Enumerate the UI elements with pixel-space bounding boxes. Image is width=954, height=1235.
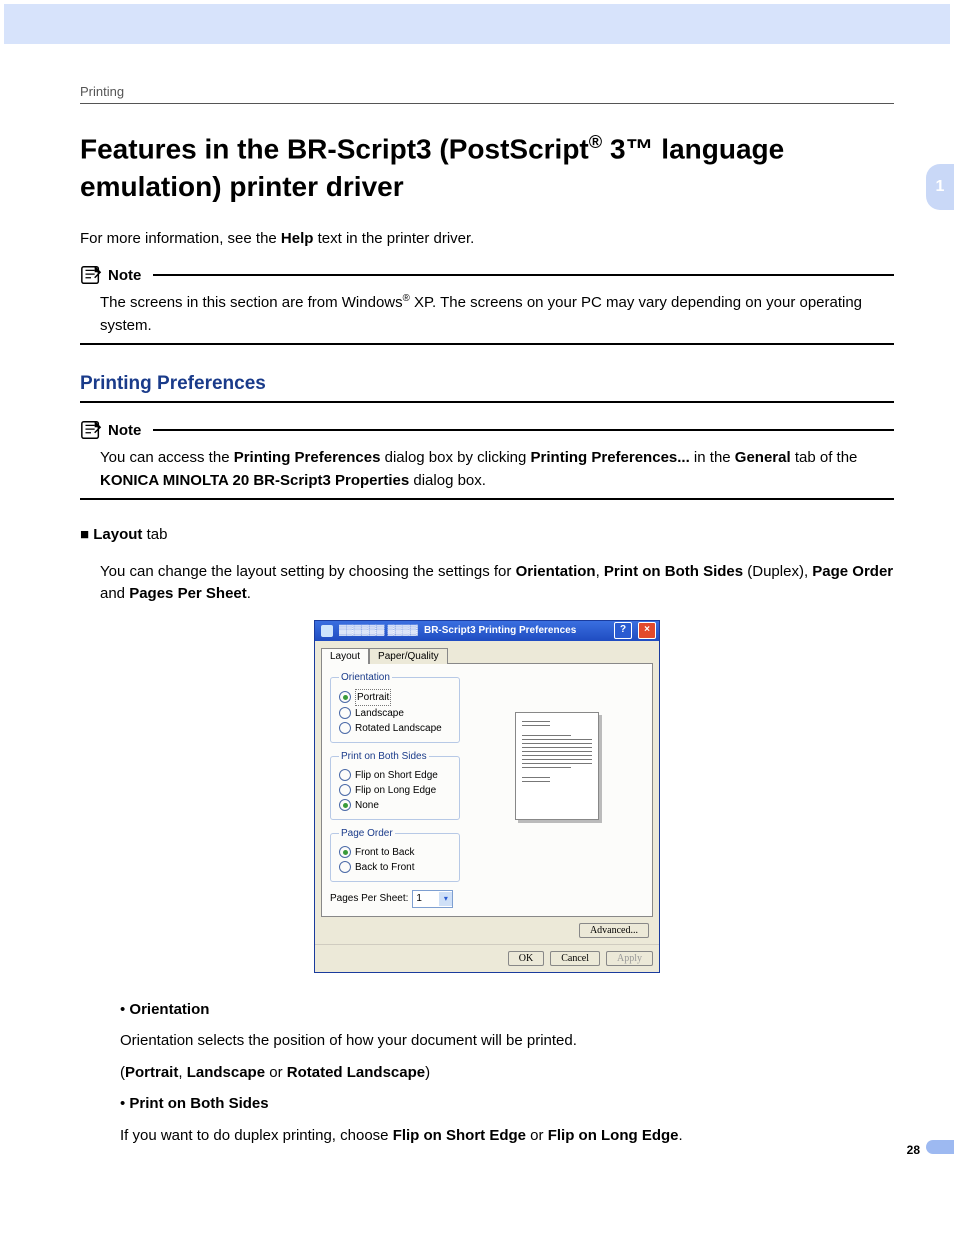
subsection-rule bbox=[80, 401, 894, 403]
legend-page-order: Page Order bbox=[339, 828, 395, 839]
layout-preview bbox=[515, 712, 599, 820]
note-block-2: Note You can access the Printing Prefere… bbox=[80, 419, 894, 500]
close-button[interactable]: × bbox=[638, 622, 656, 639]
note-rule bbox=[153, 274, 894, 276]
bullet-orientation-options: (Portrait, Landscape or Rotated Landscap… bbox=[120, 1060, 894, 1086]
dialog-tabs: Layout Paper/Quality bbox=[315, 641, 659, 663]
bullet-bothsides-title: Print on Both Sides bbox=[120, 1091, 894, 1117]
note-block-1: Note The screens in this section are fro… bbox=[80, 264, 894, 345]
section-rule bbox=[80, 103, 894, 104]
section-label: Printing bbox=[80, 84, 894, 99]
cancel-button[interactable]: Cancel bbox=[550, 951, 600, 966]
pages-per-sheet-label: Pages Per Sheet: bbox=[330, 893, 408, 904]
radio-front-to-back[interactable]: Front to Back bbox=[339, 845, 453, 860]
chevron-down-icon: ▾ bbox=[439, 892, 452, 906]
radio-back-to-front[interactable]: Back to Front bbox=[339, 860, 453, 875]
note-icon bbox=[80, 419, 102, 441]
pages-per-sheet-select[interactable]: 1▾ bbox=[412, 890, 453, 908]
layout-tab-heading: Layout tab bbox=[80, 524, 894, 547]
printing-preferences-dialog: ▓▓▓▓▓▓ ▓▓▓▓ BR-Script3 Printing Preferen… bbox=[314, 620, 660, 973]
bullet-orientation-body: Orientation selects the position of how … bbox=[120, 1028, 894, 1054]
page-number-tab bbox=[926, 1140, 954, 1154]
apply-button[interactable]: Apply bbox=[606, 951, 653, 966]
radio-portrait[interactable]: Portrait bbox=[339, 689, 453, 706]
tab-paper-quality[interactable]: Paper/Quality bbox=[369, 648, 448, 664]
intro-text: For more information, see the Help text … bbox=[80, 228, 894, 251]
bullet-orientation-title: Orientation bbox=[120, 997, 894, 1023]
radio-landscape[interactable]: Landscape bbox=[339, 706, 453, 721]
tab-panel-layout: Orientation Portrait Landscape Rotated L… bbox=[321, 663, 653, 917]
note-rule bbox=[153, 429, 894, 431]
app-name-redacted: ▓▓▓▓▓▓ ▓▓▓▓ bbox=[339, 625, 418, 636]
note-body: The screens in this section are from Win… bbox=[100, 292, 894, 337]
help-button[interactable]: ? bbox=[614, 622, 632, 639]
bullet-bothsides-body: If you want to do duplex printing, choos… bbox=[120, 1123, 894, 1149]
layout-tab-body: You can change the layout setting by cho… bbox=[100, 561, 894, 606]
dialog-title: BR-Script3 Printing Preferences bbox=[424, 625, 576, 636]
note-label: Note bbox=[108, 267, 141, 284]
page-content: 1 28 Printing Features in the BR-Script3… bbox=[0, 44, 954, 1194]
dialog-titlebar: ▓▓▓▓▓▓ ▓▓▓▓ BR-Script3 Printing Preferen… bbox=[315, 621, 659, 641]
group-orientation: Orientation Portrait Landscape Rotated L… bbox=[330, 672, 460, 743]
advanced-button[interactable]: Advanced... bbox=[579, 923, 649, 938]
top-strip bbox=[4, 4, 950, 44]
app-icon bbox=[321, 625, 333, 637]
legend-both-sides: Print on Both Sides bbox=[339, 751, 429, 762]
subsection-title: Printing Preferences bbox=[80, 373, 894, 395]
page-number: 28 bbox=[907, 1143, 920, 1157]
chapter-tab: 1 bbox=[926, 164, 954, 210]
radio-none[interactable]: None bbox=[339, 798, 453, 813]
legend-orientation: Orientation bbox=[339, 672, 392, 683]
note-rule-bottom bbox=[80, 343, 894, 345]
tab-layout[interactable]: Layout bbox=[321, 648, 369, 664]
radio-flip-short-edge[interactable]: Flip on Short Edge bbox=[339, 768, 453, 783]
group-page-order: Page Order Front to Back Back to Front bbox=[330, 828, 460, 882]
page-title: Features in the BR-Script3 (PostScript® … bbox=[80, 130, 894, 206]
ok-button[interactable]: OK bbox=[508, 951, 544, 966]
radio-flip-long-edge[interactable]: Flip on Long Edge bbox=[339, 783, 453, 798]
radio-rotated-landscape[interactable]: Rotated Landscape bbox=[339, 721, 453, 736]
note-icon bbox=[80, 264, 102, 286]
group-both-sides: Print on Both Sides Flip on Short Edge F… bbox=[330, 751, 460, 820]
note-rule-bottom bbox=[80, 498, 894, 500]
note-body: You can access the Printing Preferences … bbox=[100, 447, 894, 492]
note-label: Note bbox=[108, 422, 141, 439]
